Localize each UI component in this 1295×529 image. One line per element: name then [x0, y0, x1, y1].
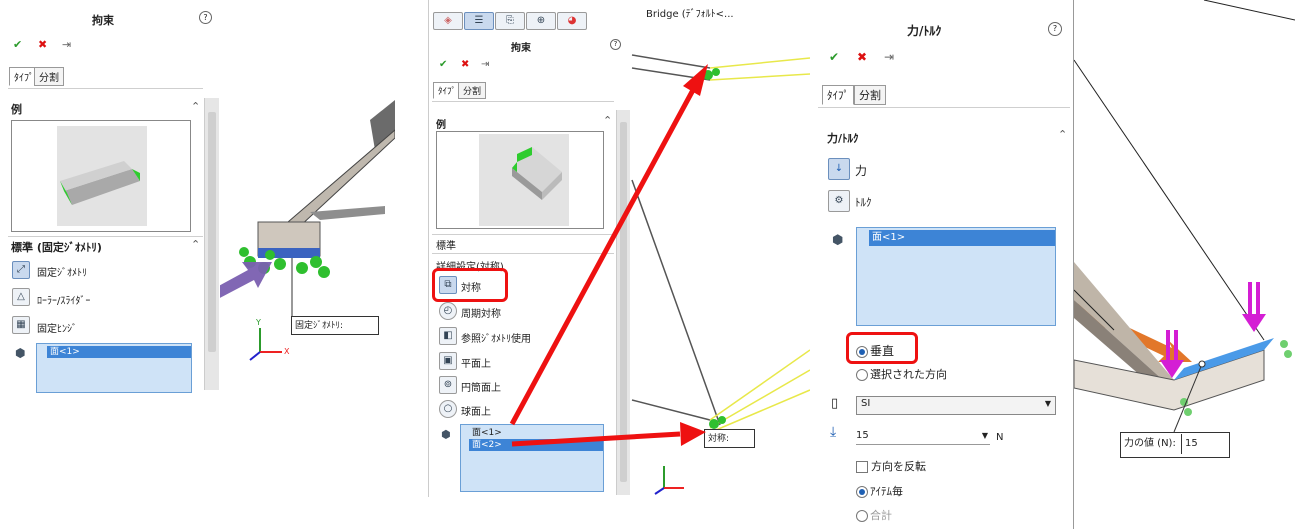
unit-system-select[interactable]: SI ▼	[856, 396, 1056, 415]
force-label[interactable]: 力	[855, 162, 867, 179]
ok-check-icon[interactable]: ✔	[829, 50, 839, 64]
total-radio[interactable]: 合計	[856, 507, 892, 523]
per-item-radio[interactable]: ｱｲﾃﾑ毎	[856, 483, 903, 499]
unit-system-value: SI	[861, 398, 871, 409]
force-value-input[interactable]: 15 ▼	[856, 430, 990, 445]
dropdown-arrow-icon[interactable]: ▼	[982, 431, 988, 440]
unit-icon: ▯	[831, 396, 839, 411]
pushpin-icon[interactable]: ⇥	[884, 50, 894, 64]
force-value-icon: ⤓	[830, 424, 837, 440]
reverse-label: 方向を反転	[871, 460, 926, 473]
tab-type[interactable]: ﾀｲﾌﾟ	[822, 85, 854, 105]
chevron-up-icon[interactable]: ⌃	[1058, 128, 1067, 141]
force-arrow-icon[interactable]: ↓	[828, 158, 850, 180]
force-torque-header: 力/ﾄﾙｸ	[827, 132, 859, 145]
cancel-x-icon[interactable]: ✖	[857, 50, 867, 64]
dropdown-arrow-icon: ▼	[1044, 399, 1051, 408]
direction-selected-radio[interactable]: 選択された方向	[856, 366, 947, 382]
radio-total[interactable]	[856, 510, 868, 522]
radio-selected-direction[interactable]	[856, 369, 868, 381]
divider	[818, 107, 1070, 108]
face-selection-icon: ⬢	[832, 233, 844, 248]
face-selection-box[interactable]: 面<1>	[856, 227, 1056, 326]
direction-normal-radio[interactable]: 垂直	[856, 342, 894, 359]
radio-normal[interactable]	[856, 345, 868, 358]
torque-icon[interactable]: ⚙	[828, 190, 850, 212]
direction-selected-label: 選択された方向	[870, 368, 947, 381]
panel3-property-manager: 力/ﾄﾙｸ ? ✔ ✖ ⇥ ﾀｲﾌﾟ 分割 力/ﾄﾙｸ ⌃ ↓ 力 ⚙ ﾄﾙｸ …	[812, 0, 1074, 529]
total-label: 合計	[870, 509, 892, 522]
help-icon[interactable]: ?	[1048, 22, 1062, 36]
per-item-label: ｱｲﾃﾑ毎	[870, 485, 903, 498]
panel3-title: 力/ﾄﾙｸ	[907, 24, 942, 38]
reverse-checkbox[interactable]	[856, 461, 868, 473]
force-value: 15	[856, 430, 869, 441]
force-unit: N	[996, 432, 1004, 443]
radio-per-item[interactable]	[856, 486, 868, 498]
callout-value-box[interactable]: 15	[1181, 434, 1198, 454]
torque-label[interactable]: ﾄﾙｸ	[855, 194, 872, 210]
tab-split[interactable]: 分割	[854, 85, 886, 105]
callout-label: 力の値 (N):	[1124, 438, 1176, 449]
reverse-direction-checkbox[interactable]: 方向を反転	[856, 458, 926, 474]
direction-normal-label: 垂直	[870, 344, 895, 358]
callout-value: 15	[1185, 438, 1198, 449]
force-value-callout[interactable]: 力の値 (N): 15	[1120, 432, 1230, 458]
face-item[interactable]: 面<1>	[869, 230, 1055, 246]
